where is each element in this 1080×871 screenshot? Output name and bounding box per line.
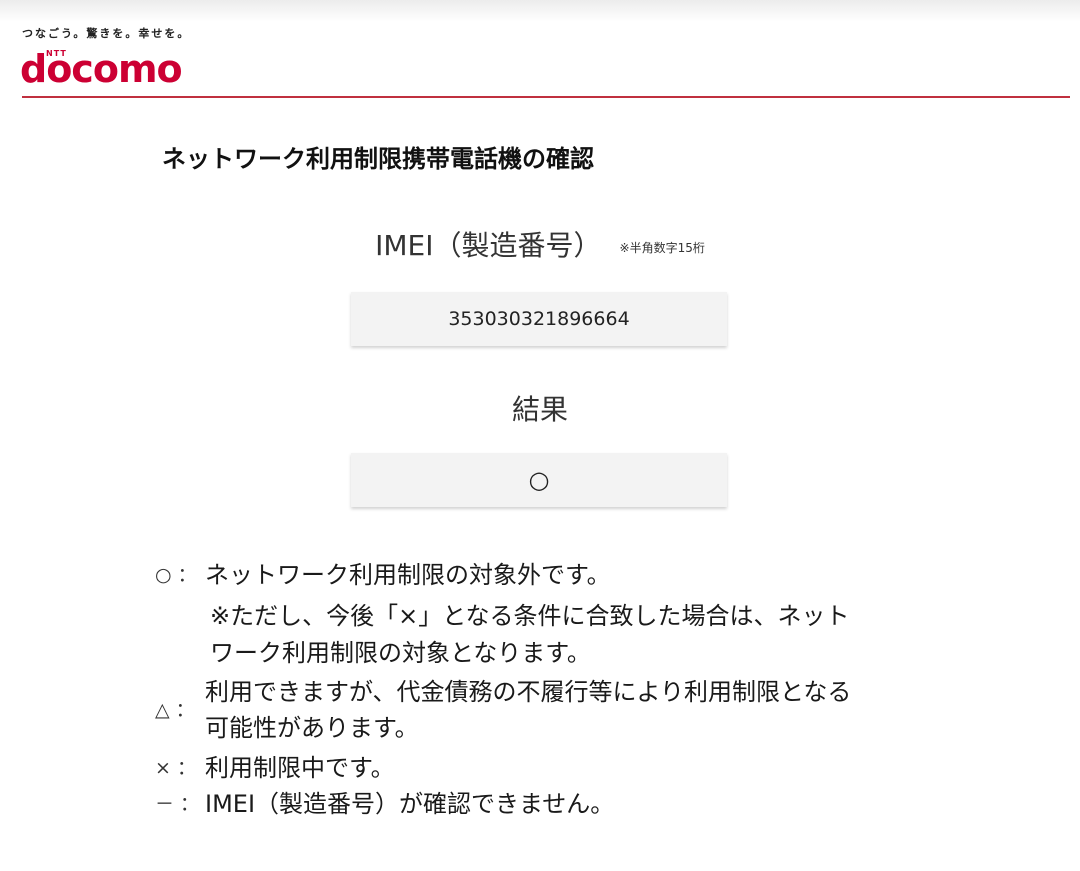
legend-item-cross: × ： 利用制限中です。: [155, 750, 955, 786]
result-label: 結果: [511, 393, 568, 426]
site-header: つなごう。驚きを。幸せを。 NTT docomo: [20, 22, 1070, 98]
docomo-logo[interactable]: docomo: [20, 50, 183, 88]
legend-symbol-cross: × ：: [155, 757, 196, 779]
imei-value-field[interactable]: 353030321896664: [351, 292, 727, 346]
page-title: ネットワーク利用制限携帯電話機の確認: [162, 145, 594, 173]
legend-text-triangle-2: 可能性があります。: [205, 714, 419, 742]
imei-label-text: IMEI（製造番号）: [375, 229, 602, 262]
legend-item-triangle: △ ： 利用できますが、代金債務の不履行等により利用制限となる 可能性があります…: [155, 674, 955, 746]
legend-item-circle: ○ ： ネットワーク利用制限の対象外です。: [155, 557, 955, 593]
imei-note: ※半角数字15桁: [619, 240, 705, 255]
top-shadow: [0, 0, 1080, 22]
imei-label: IMEI（製造番号） ※半角数字15桁: [0, 224, 1080, 264]
result-value-field: ○: [351, 453, 727, 507]
legend-note-circle-1: ※ただし、今後「×」となる条件に合致した場合は、ネット: [210, 602, 850, 630]
legend-symbol-circle: ○ ：: [155, 564, 197, 586]
tagline: つなごう。驚きを。幸せを。: [22, 27, 191, 40]
legend-text-triangle-1: 利用できますが、代金債務の不履行等により利用制限となる: [205, 678, 852, 706]
legend-text-dash: IMEI（製造番号）が確認できません。: [205, 790, 615, 818]
legend-symbol-dash: － ：: [155, 793, 200, 815]
legend-item-dash: － ： IMEI（製造番号）が確認できません。: [155, 786, 955, 822]
legend-symbol-triangle: △ ：: [155, 699, 195, 721]
legend-text-circle: ネットワーク利用制限の対象外です。: [205, 561, 611, 589]
legend-note-circle-2: ワーク利用制限の対象となります。: [210, 639, 591, 667]
legend: ○ ： ネットワーク利用制限の対象外です。 ※ただし、今後「×」となる条件に合致…: [155, 557, 955, 822]
legend-text-cross: 利用制限中です。: [205, 754, 395, 782]
